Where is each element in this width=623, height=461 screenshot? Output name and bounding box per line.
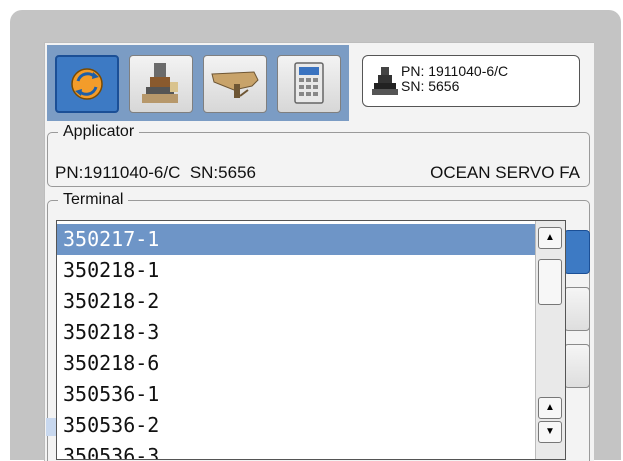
terminal-legend: Terminal [63,191,124,208]
list-item[interactable]: 350218-1 [57,255,535,286]
applicator-name: OCEAN SERVO FA [430,163,580,182]
sync-button[interactable] [55,55,119,113]
sync-icon [71,68,103,100]
calculator-button[interactable] [277,55,341,113]
calculator-icon [294,62,324,104]
scroll-down-button[interactable]: ▼ [538,421,562,443]
press-machine-button[interactable] [129,55,193,113]
terminal-list[interactable]: 350217-1 350218-1 350218-2 350218-3 3502… [56,220,566,460]
press-machine-icon [372,67,398,95]
scroll-up-button[interactable]: ▲ [538,227,562,249]
list-item[interactable]: 350218-3 [57,317,535,348]
scroll-thumb[interactable] [538,259,562,305]
list-item[interactable]: 350536-3 [57,441,535,459]
side-button-3[interactable] [564,344,590,388]
press-machine-icon [142,63,178,103]
applicator-tool-button[interactable] [203,55,267,113]
side-button-1[interactable] [564,230,590,274]
applicator-legend: Applicator [63,123,135,140]
side-button-2[interactable] [564,287,590,331]
sn-label: SN: 5656 [401,78,460,94]
applicator-tool-icon [211,71,259,98]
pn-sn-box: PN: 1911040-6/C SN: 5656 [362,55,580,107]
pn-label: PN: 1911040-6/C [401,63,509,79]
list-item[interactable]: 350218-2 [57,286,535,317]
list-scrollbar[interactable]: ▲ ▲ ▼ [535,221,565,459]
list-item[interactable]: 350536-2 [57,410,535,441]
toolbar [47,45,349,121]
scroll-up-button-lower[interactable]: ▲ [538,397,562,419]
list-item[interactable]: 350217-1 [57,224,535,255]
list-item[interactable]: 350218-6 [57,348,535,379]
list-item[interactable]: 350536-1 [57,379,535,410]
applicator-pn-sn: PN:1911040-6/C SN:5656 [55,163,256,182]
